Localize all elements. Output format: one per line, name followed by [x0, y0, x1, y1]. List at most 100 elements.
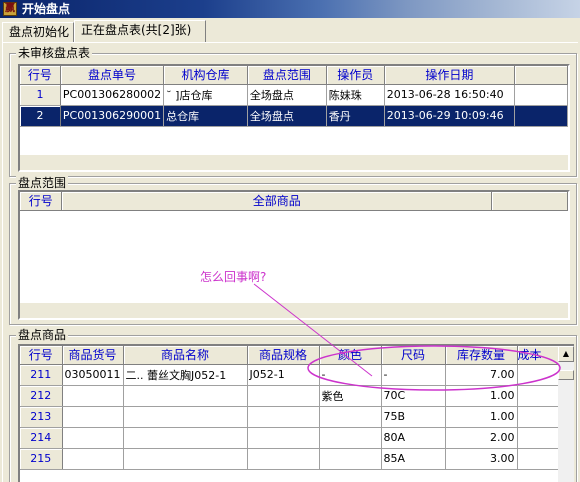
pending-hscrollbar[interactable] — [20, 154, 568, 170]
col-filler — [491, 192, 568, 211]
row-number: 1 — [20, 84, 61, 106]
tab-inventory-init[interactable]: 盘点初始化 — [2, 22, 74, 42]
goods-code-cell — [62, 427, 124, 449]
goods-code-cell — [62, 406, 124, 428]
scope-legend: 盘点范围 — [16, 176, 69, 190]
scope-header-row: 行号 全部商品 — [20, 192, 568, 211]
window-title: 开始盘点 — [22, 2, 71, 16]
cost-cell — [517, 364, 562, 386]
stock-qty-cell: 1.00 — [445, 406, 518, 428]
row-number: 215 — [20, 448, 63, 470]
goods-spec-cell — [247, 406, 320, 428]
goods-grid[interactable]: 行号 商品货号 商品名称 商品规格 颜色 尺码 库存数量 成本 211 0305… — [18, 344, 574, 482]
tab-strip: 盘点初始化 正在盘点表(共[2]张) — [0, 20, 580, 42]
table-row[interactable]: 212 紫色 70C 1.00 — [20, 385, 562, 407]
color-cell: - — [319, 364, 382, 386]
store-cell: ˘ ]店仓库 — [163, 84, 248, 106]
goods-name-cell: 二.. 蕾丝文胸J052-1 — [123, 364, 248, 386]
col-doc-no[interactable]: 盘点单号 — [60, 66, 165, 85]
col-goods-name[interactable]: 商品名称 — [123, 346, 248, 365]
pending-sheets-group: 未审核盘点表 行号 盘点单号 机构仓库 盘点范围 操作员 操作日期 1 PC00… — [9, 46, 577, 177]
goods-vscrollbar[interactable]: ▲ — [558, 346, 574, 482]
row-number: 212 — [20, 385, 63, 407]
date-cell: 2013-06-29 10:09:46 — [384, 105, 515, 127]
col-row-no[interactable]: 行号 — [20, 192, 63, 211]
size-cell: 85A — [381, 448, 446, 470]
row-number: 2 — [20, 105, 61, 127]
operator-cell: 香丹 — [326, 105, 385, 127]
table-row[interactable]: 211 03050011 二.. 蕾丝文胸J052-1 J052-1 - - 7… — [20, 364, 562, 386]
table-row[interactable]: 1 PC001306280002 ˘ ]店仓库 全场盘点 陈妹珠 2013-06… — [20, 84, 568, 106]
cost-cell — [517, 448, 562, 470]
goods-name-cell — [123, 448, 248, 470]
col-cost[interactable]: 成本 — [517, 346, 562, 365]
app-icon: 赢 — [3, 2, 17, 16]
stock-qty-cell: 2.00 — [445, 427, 518, 449]
size-cell: - — [381, 364, 446, 386]
stock-qty-cell: 7.00 — [445, 364, 518, 386]
stock-qty-cell: 3.00 — [445, 448, 518, 470]
pending-header-row: 行号 盘点单号 机构仓库 盘点范围 操作员 操作日期 — [20, 66, 568, 85]
color-cell — [319, 406, 382, 428]
scroll-up-icon[interactable]: ▲ — [558, 346, 574, 362]
table-row[interactable]: 214 80A 2.00 — [20, 427, 562, 449]
color-cell — [319, 448, 382, 470]
range-cell: 全场盘点 — [247, 105, 327, 127]
filler-cell — [514, 84, 568, 106]
col-goods-code[interactable]: 商品货号 — [62, 346, 124, 365]
goods-name-cell — [123, 427, 248, 449]
scope-grid[interactable]: 行号 全部商品 — [18, 190, 570, 320]
table-row[interactable]: 215 85A 3.00 — [20, 448, 562, 470]
col-all-goods[interactable]: 全部商品 — [61, 192, 493, 211]
date-cell: 2013-06-28 16:50:40 — [384, 84, 515, 106]
col-range[interactable]: 盘点范围 — [247, 66, 327, 85]
goods-name-cell — [123, 385, 248, 407]
goods-spec-cell — [247, 385, 320, 407]
annotation-text: 怎么回事啊? — [200, 270, 267, 284]
col-date[interactable]: 操作日期 — [384, 66, 515, 85]
row-number: 213 — [20, 406, 63, 428]
col-size[interactable]: 尺码 — [381, 346, 446, 365]
color-cell: 紫色 — [319, 385, 382, 407]
goods-spec-cell: J052-1 — [247, 364, 320, 386]
operator-cell: 陈妹珠 — [326, 84, 385, 106]
goods-code-cell — [62, 385, 124, 407]
col-filler — [514, 66, 568, 85]
scroll-thumb[interactable] — [558, 370, 574, 380]
col-goods-spec[interactable]: 商品规格 — [247, 346, 320, 365]
size-cell: 70C — [381, 385, 446, 407]
doc-no-cell: PC001306290001 — [60, 105, 165, 127]
size-cell: 75B — [381, 406, 446, 428]
goods-group: 盘点商品 行号 商品货号 商品名称 商品规格 颜色 尺码 库存数量 成本 211… — [9, 328, 577, 482]
goods-spec-cell — [247, 448, 320, 470]
goods-code-cell — [62, 448, 124, 470]
table-row[interactable]: 213 75B 1.00 — [20, 406, 562, 428]
col-operator[interactable]: 操作员 — [326, 66, 385, 85]
filler-cell — [514, 105, 568, 127]
pending-sheets-grid[interactable]: 行号 盘点单号 机构仓库 盘点范围 操作员 操作日期 1 PC001306280… — [18, 64, 570, 172]
col-row-no[interactable]: 行号 — [20, 66, 61, 85]
row-number: 211 — [20, 364, 63, 386]
row-number: 214 — [20, 427, 63, 449]
goods-legend: 盘点商品 — [16, 328, 69, 342]
goods-spec-cell — [247, 427, 320, 449]
col-stock-qty[interactable]: 库存数量 — [445, 346, 518, 365]
col-color[interactable]: 颜色 — [319, 346, 382, 365]
store-cell: 总仓库 — [163, 105, 248, 127]
doc-no-cell: PC001306280002 — [60, 84, 165, 106]
range-cell: 全场盘点 — [247, 84, 327, 106]
table-row-selected[interactable]: 2 PC001306290001 总仓库 全场盘点 香丹 2013-06-29 … — [20, 105, 568, 127]
pending-sheets-legend: 未审核盘点表 — [16, 46, 93, 60]
scope-table: 行号 全部商品 — [20, 192, 568, 211]
goods-name-cell — [123, 406, 248, 428]
scope-group: 盘点范围 行号 全部商品 — [9, 176, 577, 325]
col-row-no[interactable]: 行号 — [20, 346, 63, 365]
scope-hscrollbar[interactable] — [20, 302, 568, 318]
tab-panel: 未审核盘点表 行号 盘点单号 机构仓库 盘点范围 操作员 操作日期 1 PC00… — [2, 42, 578, 482]
pending-sheets-table: 行号 盘点单号 机构仓库 盘点范围 操作员 操作日期 1 PC001306280… — [20, 66, 568, 127]
tab-counting-sheets[interactable]: 正在盘点表(共[2]张) — [74, 20, 206, 42]
cost-cell — [517, 385, 562, 407]
col-store[interactable]: 机构仓库 — [163, 66, 248, 85]
size-cell: 80A — [381, 427, 446, 449]
cost-cell — [517, 427, 562, 449]
